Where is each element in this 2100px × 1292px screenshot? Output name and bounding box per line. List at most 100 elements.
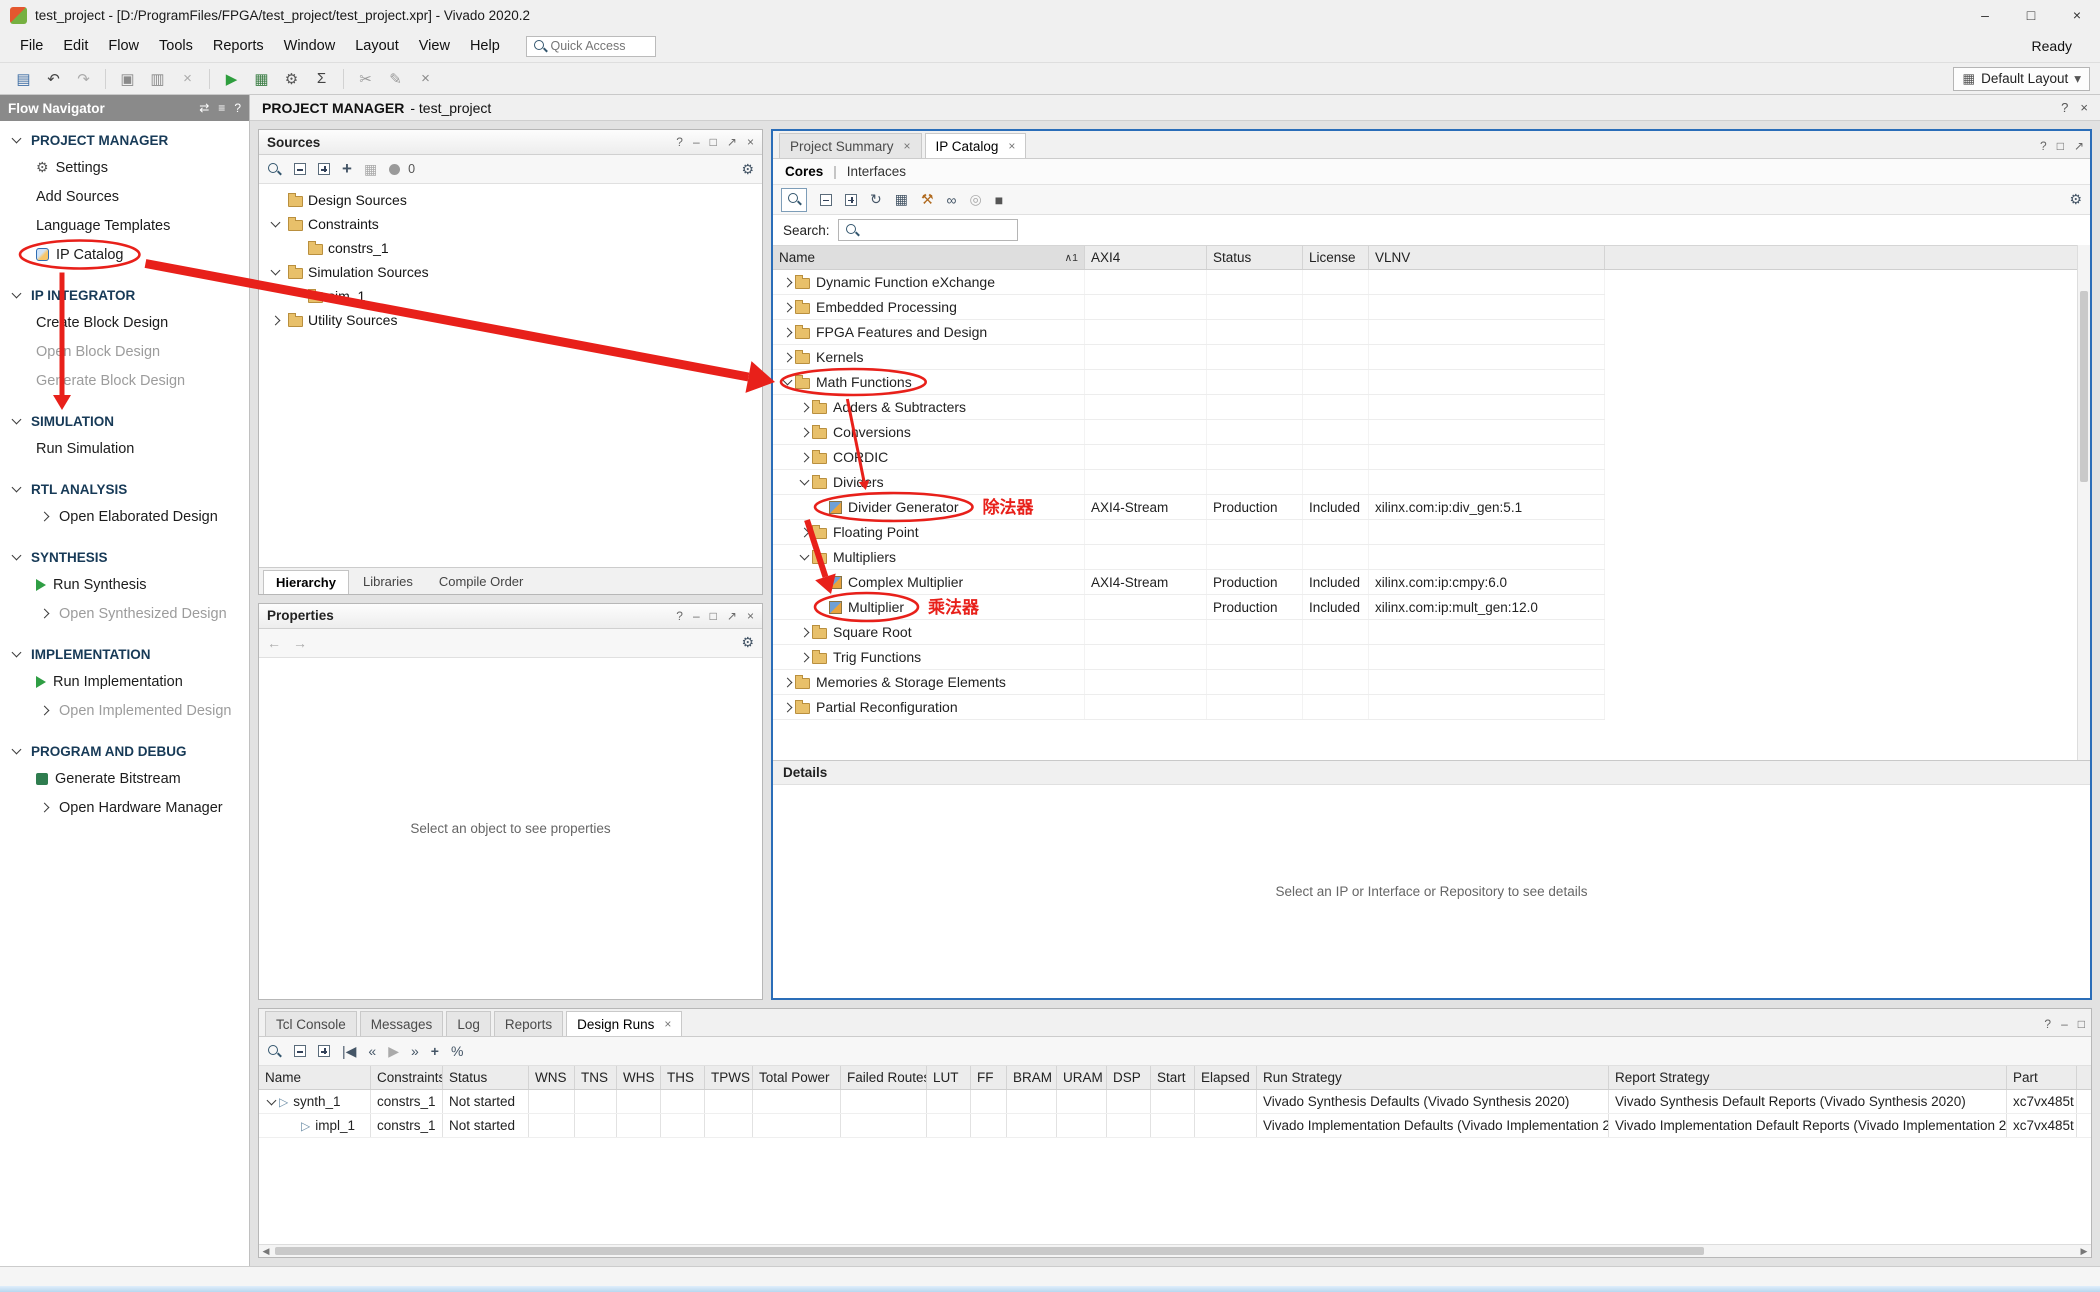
nav-item-run-synthesis[interactable]: Run Synthesis xyxy=(0,570,249,599)
flow-section-header[interactable]: IMPLEMENTATION xyxy=(0,641,249,667)
maximize-icon[interactable]: □ xyxy=(2078,1017,2085,1031)
close-icon[interactable]: × xyxy=(664,1017,671,1031)
ip-category-row[interactable]: Conversions xyxy=(773,420,1605,445)
collapse-all-icon[interactable] xyxy=(294,163,306,175)
menu-file[interactable]: File xyxy=(10,34,53,58)
float-icon[interactable]: ↗ xyxy=(2074,139,2084,153)
ip-category-row[interactable]: Kernels xyxy=(773,345,1605,370)
maximize-icon[interactable]: □ xyxy=(710,609,717,623)
file-icon[interactable]: ▦ xyxy=(364,161,377,178)
close-icon[interactable]: × xyxy=(747,135,754,149)
tab-libraries[interactable]: Libraries xyxy=(351,570,425,594)
chevron-down-icon[interactable] xyxy=(267,222,283,226)
tree-row[interactable]: constrs_1 xyxy=(259,236,762,260)
step-back-icon[interactable]: « xyxy=(368,1043,376,1059)
minimize-icon[interactable]: – xyxy=(2061,1017,2068,1031)
tab-log[interactable]: Log xyxy=(446,1011,491,1036)
scrollbar-thumb[interactable] xyxy=(275,1247,1704,1255)
chevron-right-icon[interactable] xyxy=(796,404,812,411)
expand-all-icon[interactable] xyxy=(318,1045,330,1057)
edit-icon[interactable]: ✎ xyxy=(382,66,409,92)
vertical-scrollbar[interactable] xyxy=(2077,245,2090,760)
column-header-name[interactable]: Name∧1 xyxy=(773,246,1085,269)
window-maximize-button[interactable]: □ xyxy=(2008,0,2054,30)
nav-item-language-templates[interactable]: Language Templates xyxy=(0,211,249,240)
minimize-icon[interactable]: – xyxy=(693,135,700,149)
chevron-down-icon[interactable] xyxy=(263,1100,279,1104)
percent-icon[interactable]: % xyxy=(451,1043,463,1059)
runs-column-constraints[interactable]: Constraints xyxy=(371,1066,443,1089)
layout-selector[interactable]: ▦ Default Layout ▾ xyxy=(1953,67,2090,91)
flow-section-header[interactable]: PROGRAM AND DEBUG xyxy=(0,738,249,764)
runs-column-bram[interactable]: BRAM xyxy=(1007,1066,1057,1089)
runs-column-elapsed[interactable]: Elapsed xyxy=(1195,1066,1257,1089)
target-icon[interactable]: ◎ xyxy=(970,191,982,208)
runs-column-uram[interactable]: URAM xyxy=(1057,1066,1107,1089)
flow-section-header[interactable]: SYNTHESIS xyxy=(0,544,249,570)
paste-icon[interactable]: ▥ xyxy=(144,66,171,92)
maximize-icon[interactable]: □ xyxy=(710,135,717,149)
tab-compile-order[interactable]: Compile Order xyxy=(427,570,536,594)
flow-section-header[interactable]: RTL ANALYSIS xyxy=(0,476,249,502)
chevron-right-icon[interactable] xyxy=(796,629,812,636)
nav-item-run-implementation[interactable]: Run Implementation xyxy=(0,667,249,696)
redo-icon[interactable]: ↷ xyxy=(70,66,97,92)
tree-row[interactable]: Constraints xyxy=(259,212,762,236)
undo-icon[interactable]: ↶ xyxy=(40,66,67,92)
ip-row[interactable]: MultiplierProductionIncludedxilinx.com:i… xyxy=(773,595,1605,620)
ip-category-row[interactable]: Square Root xyxy=(773,620,1605,645)
flow-section-header[interactable]: SIMULATION xyxy=(0,408,249,434)
copy-icon[interactable]: ▣ xyxy=(114,66,141,92)
nav-item-open-synthesized-design[interactable]: Open Synthesized Design xyxy=(0,599,249,628)
menu-view[interactable]: View xyxy=(409,34,460,58)
nav-item-generate-bitstream[interactable]: Generate Bitstream xyxy=(0,764,249,793)
chevron-right-icon[interactable] xyxy=(779,704,795,711)
menu-layout[interactable]: Layout xyxy=(345,34,409,58)
run-icon[interactable]: ▶ xyxy=(388,1043,399,1060)
chevron-down-icon[interactable] xyxy=(796,555,812,559)
float-icon[interactable]: ↗ xyxy=(727,135,737,149)
runs-column-wns[interactable]: WNS xyxy=(529,1066,575,1089)
runs-column-whs[interactable]: WHS xyxy=(617,1066,661,1089)
help-icon[interactable]: ? xyxy=(676,609,683,623)
runs-column-name[interactable]: Name xyxy=(259,1066,371,1089)
chevron-right-icon[interactable] xyxy=(779,329,795,336)
search-icon[interactable] xyxy=(267,1044,282,1059)
ip-category-row[interactable]: Dynamic Function eXchange xyxy=(773,270,1605,295)
runs-column-failed-routes[interactable]: Failed Routes xyxy=(841,1066,927,1089)
ip-category-row[interactable]: FPGA Features and Design xyxy=(773,320,1605,345)
square-icon[interactable]: ■ xyxy=(995,192,1003,208)
window-minimize-button[interactable]: – xyxy=(1962,0,2008,30)
tree-row[interactable]: Utility Sources xyxy=(259,308,762,332)
refresh-icon[interactable]: ↻ xyxy=(870,191,882,208)
gear-icon[interactable]: ⚙ xyxy=(741,161,754,178)
chevron-right-icon[interactable] xyxy=(779,304,795,311)
tree-row[interactable]: Simulation Sources xyxy=(259,260,762,284)
float-icon[interactable]: ↗ xyxy=(727,609,737,623)
chevron-right-icon[interactable] xyxy=(779,354,795,361)
tab-project-summary[interactable]: Project Summary × xyxy=(779,133,922,158)
link-icon[interactable]: ∞ xyxy=(947,192,957,208)
swap-icon[interactable]: ⇄ xyxy=(199,101,209,115)
ip-category-row[interactable]: Partial Reconfiguration xyxy=(773,695,1605,720)
menu-window[interactable]: Window xyxy=(274,34,346,58)
minimize-icon[interactable]: – xyxy=(693,609,700,623)
close-icon[interactable]: × xyxy=(747,609,754,623)
tab-ip-catalog[interactable]: IP Catalog × xyxy=(925,133,1027,158)
collapse-all-icon[interactable] xyxy=(820,194,832,206)
settings-icon[interactable]: ⚙ xyxy=(278,66,305,92)
add-sources-icon[interactable]: + xyxy=(342,159,352,179)
runs-column-ff[interactable]: FF xyxy=(971,1066,1007,1089)
forward-icon[interactable]: → xyxy=(293,635,307,651)
close-icon[interactable]: × xyxy=(904,139,911,153)
ip-category-row[interactable]: Dividers xyxy=(773,470,1605,495)
runs-column-lut[interactable]: LUT xyxy=(927,1066,971,1089)
chevron-right-icon[interactable] xyxy=(796,454,812,461)
menu-lines-icon[interactable]: ≡ xyxy=(218,101,225,115)
ip-search-box[interactable] xyxy=(838,219,1018,241)
runs-column-report-strategy[interactable]: Report Strategy xyxy=(1609,1066,2007,1089)
goto-start-icon[interactable]: |◀ xyxy=(342,1043,356,1060)
nav-item-open-implemented-design[interactable]: Open Implemented Design xyxy=(0,696,249,725)
wrench-icon[interactable]: ⚒ xyxy=(921,191,934,208)
scroll-right-icon[interactable]: ▶ xyxy=(2077,1245,2091,1257)
